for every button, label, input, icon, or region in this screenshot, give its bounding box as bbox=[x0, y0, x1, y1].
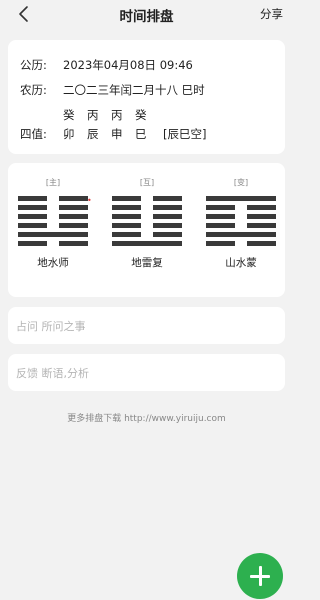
feedback-input[interactable]: 反馈 断语,分析 bbox=[8, 354, 285, 391]
yin-line bbox=[112, 205, 182, 210]
hexagram-main: [主] 地水师 bbox=[18, 177, 88, 270]
lunar-value: 二〇二三年闰二月十八 巳时 bbox=[63, 83, 205, 97]
hexagram-mutual: [互] 地雷复 bbox=[112, 177, 182, 270]
yin-line bbox=[18, 223, 88, 228]
info-card: 公历: 2023年04月08日 09:46 农历: 二〇二三年闰二月十八 巳时 四值… bbox=[8, 40, 285, 154]
page-title: 时间排盘 bbox=[119, 9, 174, 25]
hexagram-changed: [变] 山水蒙 bbox=[206, 177, 276, 270]
solar-label: 公历: bbox=[20, 58, 47, 72]
question-input[interactable]: 占问 所问之事 bbox=[8, 307, 285, 344]
yang-line bbox=[112, 241, 182, 246]
yin-line bbox=[18, 196, 88, 201]
kongwang-label: [辰巳空] bbox=[163, 127, 207, 141]
hexagram-lines bbox=[18, 196, 88, 246]
lunar-label: 农历: bbox=[20, 83, 47, 97]
stem-month: 丙 bbox=[87, 108, 99, 122]
yin-line bbox=[18, 241, 88, 246]
yin-line bbox=[18, 205, 88, 210]
stem-day: 丙 bbox=[111, 108, 123, 122]
yin-line bbox=[112, 232, 182, 237]
branch-month: 辰 bbox=[87, 127, 99, 141]
feedback-placeholder: 反馈 断语,分析 bbox=[16, 367, 89, 380]
branch-hour: 巳 bbox=[135, 127, 147, 141]
yang-line bbox=[206, 196, 276, 201]
yin-line bbox=[112, 223, 182, 228]
hexagram-card: [主] 地水师 • [互] 地雷复 [变] 山水蒙 bbox=[8, 163, 285, 297]
moving-line-marker: • bbox=[87, 196, 92, 205]
hexagram-tag: [变] bbox=[233, 178, 249, 187]
yang-line bbox=[18, 232, 88, 237]
yin-line bbox=[112, 196, 182, 201]
question-placeholder: 占问 所问之事 bbox=[16, 320, 86, 333]
hexagram-lines bbox=[206, 196, 276, 246]
yin-line bbox=[206, 205, 276, 210]
solar-row: 公历: 2023年04月08日 09:46 bbox=[20, 57, 193, 73]
hexagram-tag: [互] bbox=[139, 178, 155, 187]
hexagram-tag: [主] bbox=[45, 178, 61, 187]
share-button[interactable]: 分享 bbox=[260, 6, 283, 22]
hexagram-name: 地水师 bbox=[37, 256, 69, 269]
yin-line bbox=[206, 214, 276, 219]
hexagram-name: 山水蒙 bbox=[225, 256, 257, 269]
hexagram-name: 地雷复 bbox=[131, 256, 163, 269]
add-button[interactable] bbox=[237, 553, 283, 599]
hexagram-lines bbox=[112, 196, 182, 246]
yang-line bbox=[206, 232, 276, 237]
yin-line bbox=[206, 223, 276, 228]
solar-value: 2023年04月08日 09:46 bbox=[63, 58, 193, 72]
branch-day: 申 bbox=[111, 127, 123, 141]
yin-line bbox=[206, 241, 276, 246]
lunar-row: 农历: 二〇二三年闰二月十八 巳时 bbox=[20, 82, 205, 98]
yin-line bbox=[112, 214, 182, 219]
branch-year: 卯 bbox=[63, 127, 75, 141]
stem-hour: 癸 bbox=[135, 108, 147, 122]
yin-line bbox=[18, 214, 88, 219]
pillars-label: 四值: bbox=[20, 127, 47, 141]
footer-link[interactable]: 更多排盘下载 http://www.yiruiju.com bbox=[0, 411, 293, 424]
stem-year: 癸 bbox=[63, 108, 75, 122]
top-bar: 时间排盘 分享 bbox=[0, 0, 293, 28]
